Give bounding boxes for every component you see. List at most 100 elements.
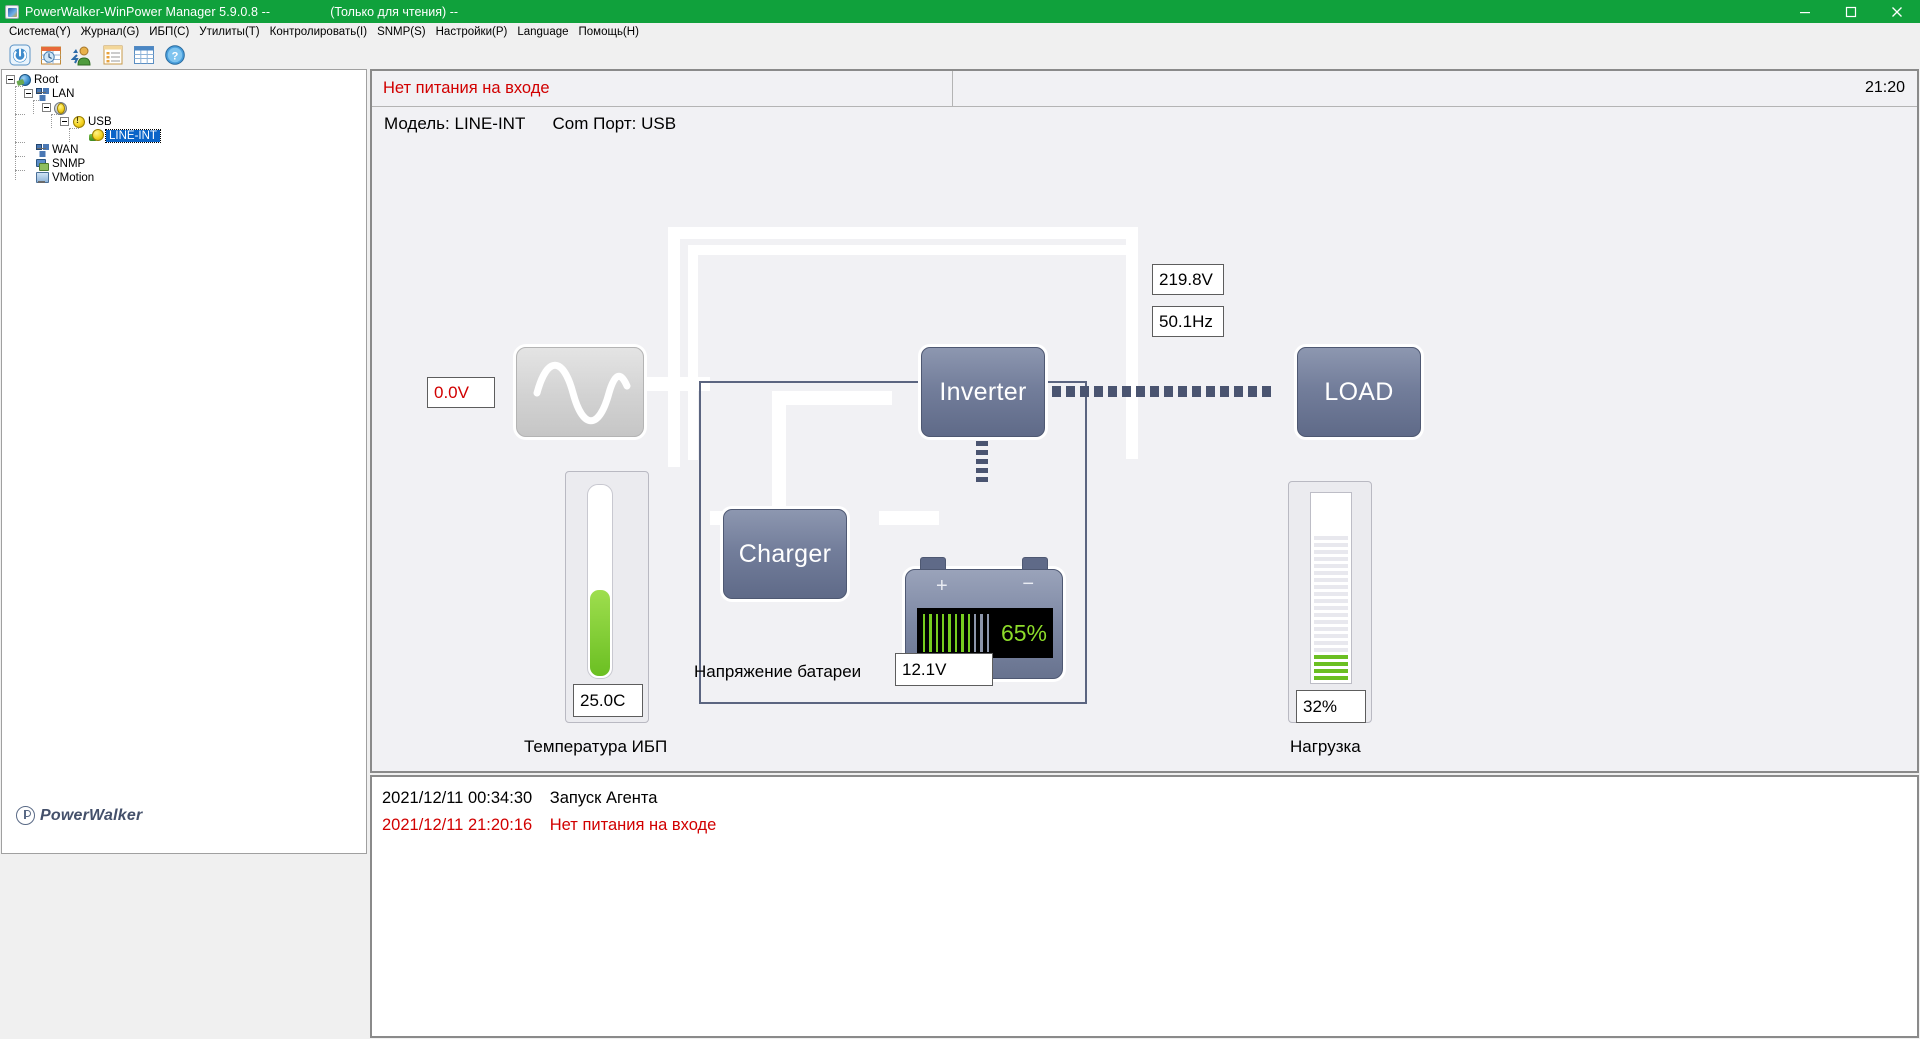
menu-item-journal[interactable]: Журнал(G)	[76, 25, 145, 39]
warning-icon	[71, 114, 85, 128]
ups-status-panel: Нет питания на входе 21:20 Модель: LINE-…	[370, 69, 1919, 773]
menu-item-utilities[interactable]: Утилиты(T)	[194, 25, 264, 39]
event-log-panel[interactable]: 2021/12/11 00:34:30 Запуск Агента 2021/1…	[370, 775, 1919, 1038]
model-label: Модель:	[384, 114, 450, 133]
flow-path	[668, 227, 680, 467]
log-entry[interactable]: 2021/12/11 00:34:30 Запуск Агента	[382, 785, 1907, 812]
tree-item-agent[interactable]	[42, 101, 70, 115]
device-tree-panel[interactable]: Root LAN USB LIN	[1, 69, 367, 854]
schedule-calendar-icon[interactable]	[39, 43, 63, 67]
device-tree: Root LAN USB LIN	[2, 70, 366, 184]
lan-icon	[35, 143, 49, 156]
data-table-icon[interactable]	[132, 43, 156, 67]
maximize-button[interactable]	[1828, 0, 1874, 23]
tree-item-label: LINE-INT	[105, 128, 161, 143]
menu-item-snmp[interactable]: SNMP(S)	[372, 25, 431, 39]
svg-text:?: ?	[172, 51, 179, 63]
port-label: Com Порт:	[552, 114, 637, 133]
log-entry[interactable]: 2021/12/11 21:20:16 Нет питания на входе	[382, 812, 1907, 839]
power-button-icon[interactable]	[8, 43, 32, 67]
menu-item-system[interactable]: Система(Y)	[4, 25, 76, 39]
tree-connector	[15, 86, 23, 87]
event-log-icon[interactable]	[101, 43, 125, 67]
model-value: LINE-INT	[454, 114, 526, 133]
menu-item-help[interactable]: Помощь(H)	[574, 25, 644, 39]
battery-level-display: 65%	[917, 608, 1053, 658]
ups-flow-diagram: 0.0V Inverter Charger LOAD 219.8V 50.1Hz…	[372, 141, 1917, 775]
log-timestamp: 2021/12/11 21:20:16	[382, 816, 533, 834]
flow-path	[1126, 227, 1138, 459]
battery-voltage-readout: 12.1V	[895, 653, 993, 686]
tree-expander-usb[interactable]	[60, 117, 69, 126]
tree-item-lan[interactable]: LAN	[24, 87, 74, 100]
flow-path	[668, 227, 1138, 239]
tree-item-label: WAN	[52, 143, 79, 156]
status-time: 21:20	[1864, 79, 1905, 96]
snmp-icon	[35, 157, 49, 171]
tree-expander-lan[interactable]	[24, 89, 33, 98]
inverter-block: Inverter	[921, 347, 1045, 437]
tree-expander-root[interactable]	[6, 75, 15, 84]
powerwalker-mark-icon	[16, 806, 35, 825]
tree-connector	[51, 114, 52, 128]
java-coffee-icon	[5, 4, 19, 19]
log-message: Нет питания на входе	[549, 816, 717, 834]
tree-item-line-int[interactable]: LINE-INT	[78, 128, 161, 143]
menu-item-settings[interactable]: Настройки(P)	[431, 25, 513, 39]
battery-terminal-positive	[920, 557, 946, 570]
battery-flow-dashes	[976, 441, 988, 482]
temperature-readout: 25.0C	[573, 684, 643, 717]
tree-connector	[15, 114, 25, 115]
title-bar: PowerWalker-WinPower Manager 5.9.0.8 -- …	[0, 0, 1920, 23]
flow-path	[688, 245, 1128, 255]
status-divider	[952, 71, 953, 107]
vmotion-icon	[35, 171, 49, 184]
tree-expander-agent[interactable]	[42, 103, 51, 112]
status-bar: Нет питания на входе 21:20	[372, 71, 1917, 107]
load-caption: Нагрузка	[1290, 737, 1361, 756]
menu-item-language[interactable]: Language	[512, 25, 573, 39]
device-info-line: Модель: LINE-INT Com Порт: USB	[384, 114, 676, 134]
tree-item-label: USB	[88, 115, 112, 128]
application-window: PowerWalker-WinPower Manager 5.9.0.8 -- …	[0, 0, 1920, 1039]
battery-voltage-label: Напряжение батареи	[694, 662, 862, 681]
close-button[interactable]	[1874, 0, 1920, 23]
temperature-fill	[590, 590, 610, 676]
globe-icon	[17, 73, 31, 86]
lan-icon	[35, 87, 49, 100]
output-frequency-readout: 50.1Hz	[1152, 306, 1224, 337]
output-voltage-readout: 219.8V	[1152, 264, 1224, 295]
minimize-button[interactable]	[1782, 0, 1828, 23]
sine-wave-icon	[533, 361, 631, 425]
tree-item-snmp[interactable]: SNMP	[24, 157, 86, 171]
menu-item-monitor[interactable]: Контролировать(I)	[265, 25, 372, 39]
gear-warning-icon	[53, 101, 67, 115]
charger-label: Charger	[738, 539, 832, 568]
tree-item-root[interactable]: Root	[6, 73, 58, 86]
log-timestamp: 2021/12/11 00:34:30	[382, 789, 533, 807]
input-voltage-readout: 0.0V	[427, 377, 495, 408]
inverter-label: Inverter	[939, 377, 1027, 406]
powerwalker-logo: PowerWalker	[16, 806, 142, 825]
temperature-caption: Температура ИБП	[524, 737, 668, 756]
tree-connector	[15, 86, 16, 180]
tree-item-vmotion[interactable]: VMotion	[24, 171, 94, 184]
tree-connector	[33, 100, 34, 114]
tree-connector	[69, 128, 70, 142]
user-shutdown-icon[interactable]	[70, 43, 94, 67]
status-message: Нет питания на входе	[383, 79, 550, 97]
battery-percent-value: 65%	[1000, 619, 1047, 646]
tree-item-usb[interactable]: USB	[60, 114, 112, 128]
menu-item-ups[interactable]: ИБП(C)	[144, 25, 194, 39]
window-controls	[1782, 0, 1920, 23]
window-readonly-label: (Только для чтения) --	[330, 4, 459, 19]
tree-item-label: SNMP	[52, 157, 86, 170]
help-question-icon[interactable]: ?	[163, 43, 187, 67]
battery-plus-sign: +	[936, 575, 948, 597]
tree-item-wan[interactable]: WAN	[24, 143, 78, 156]
ups-warning-icon	[89, 129, 104, 142]
load-block: LOAD	[1297, 347, 1421, 437]
battery-terminal-negative	[1022, 557, 1048, 570]
input-source-box	[516, 347, 644, 437]
load-readout: 32%	[1296, 690, 1366, 723]
